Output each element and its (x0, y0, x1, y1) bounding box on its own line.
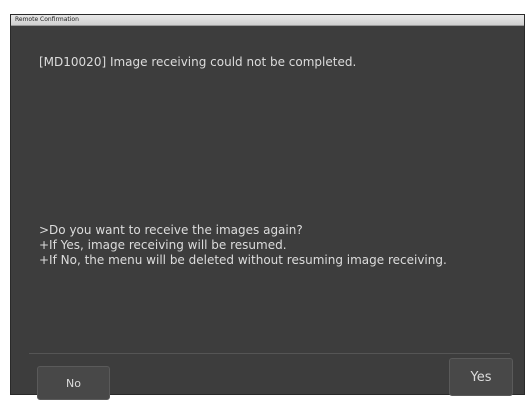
yes-button[interactable]: Yes (449, 358, 513, 396)
confirmation-dialog: Remote Confirmation [MD10020] Image rece… (10, 14, 525, 400)
title-bar: Remote Confirmation (11, 15, 524, 26)
window-title: Remote Confirmation (15, 16, 79, 23)
no-button-label: No (66, 376, 81, 390)
prompt-question: >Do you want to receive the images again… (39, 223, 303, 237)
error-message: [MD10020] Image receiving could not be c… (39, 55, 357, 69)
prompt-text: >Do you want to receive the images again… (39, 223, 469, 268)
button-divider (29, 353, 510, 354)
prompt-no-explanation: +If No, the menu will be deleted without… (39, 253, 447, 267)
prompt-yes-explanation: +If Yes, image receiving will be resumed… (39, 238, 287, 252)
yes-button-label: Yes (470, 369, 492, 385)
no-button[interactable]: No (37, 366, 110, 400)
